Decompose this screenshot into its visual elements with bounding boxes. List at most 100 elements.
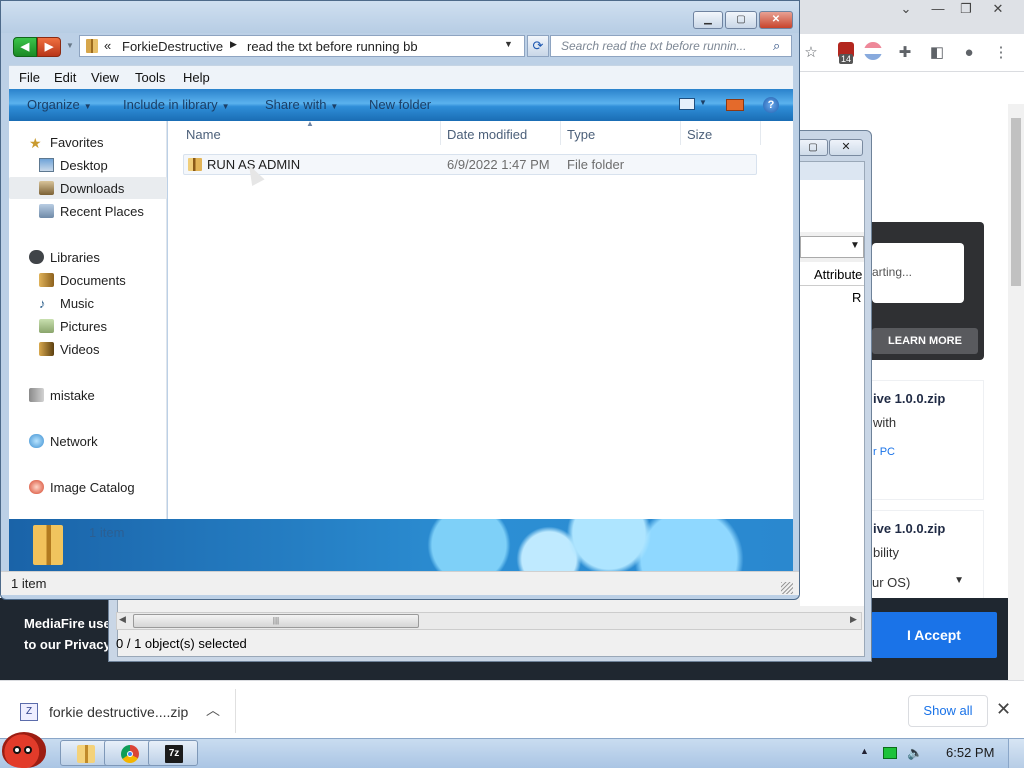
dialog-close-button[interactable]: ✕ bbox=[829, 139, 863, 156]
nav-item-mistake[interactable]: mistake bbox=[9, 384, 167, 406]
column-header-date-modified[interactable]: Date modified bbox=[447, 127, 527, 142]
nav-item-videos[interactable]: Videos bbox=[9, 338, 167, 360]
learn-more-button[interactable]: LEARN MORE bbox=[872, 328, 978, 354]
address-history-chevron-icon[interactable]: ▼ bbox=[504, 39, 513, 49]
chevron-up-icon[interactable]: ︿ bbox=[206, 700, 220, 720]
preview-pane-icon[interactable] bbox=[726, 99, 744, 111]
volume-icon[interactable]: 🔈 bbox=[907, 745, 923, 761]
forward-button[interactable]: ▶ bbox=[37, 37, 61, 57]
taskbar-chrome-button[interactable] bbox=[104, 740, 154, 766]
include-in-library-button[interactable]: Include in library ▼ bbox=[123, 97, 230, 112]
refresh-button[interactable]: ⟳ bbox=[527, 35, 549, 57]
column-header-size[interactable]: Size bbox=[687, 127, 712, 142]
back-button[interactable]: ◀ bbox=[13, 37, 37, 57]
dialog-scrollbar-thumb[interactable]: ||| bbox=[133, 614, 419, 628]
folder-icon bbox=[77, 745, 95, 763]
taskbar-explorer-button[interactable] bbox=[60, 740, 110, 766]
browser-minimize-button[interactable]: — bbox=[924, 0, 952, 18]
show-hidden-icons-icon[interactable]: ▲ bbox=[860, 746, 869, 756]
column-divider[interactable] bbox=[440, 121, 441, 145]
breadcrumb-item[interactable]: ForkieDestructive bbox=[122, 39, 223, 54]
chevron-down-icon: ▼ bbox=[954, 575, 964, 586]
column-divider[interactable] bbox=[760, 121, 761, 145]
nav-item-image-catalog[interactable]: Image Catalog bbox=[9, 476, 167, 498]
column-divider[interactable] bbox=[560, 121, 561, 145]
nav-item-pictures[interactable]: Pictures bbox=[9, 315, 167, 337]
downloads-folder-icon bbox=[39, 181, 54, 195]
cookie-accept-button[interactable]: I Accept bbox=[871, 612, 997, 658]
file-card-link[interactable]: r PC bbox=[873, 446, 895, 458]
battery-icon[interactable] bbox=[883, 747, 897, 759]
change-view-icon[interactable] bbox=[679, 98, 695, 110]
start-orb-eye bbox=[24, 746, 32, 754]
organize-button[interactable]: Organize ▼ bbox=[27, 97, 92, 112]
scroll-right-icon[interactable]: ▶ bbox=[850, 614, 857, 625]
recent-pages-chevron-icon[interactable]: ▼ bbox=[66, 41, 74, 50]
nav-item-label: Favorites bbox=[50, 135, 104, 150]
side-panel-icon[interactable]: ◧ bbox=[926, 42, 948, 64]
nav-item-documents[interactable]: Documents bbox=[9, 269, 167, 291]
chevron-down-icon[interactable]: ▼ bbox=[850, 240, 860, 251]
resize-grip-icon[interactable] bbox=[781, 582, 793, 594]
new-folder-button[interactable]: New folder bbox=[369, 97, 431, 112]
extensions-puzzle-icon[interactable]: ✚ bbox=[894, 42, 916, 64]
download-item[interactable]: Z forkie destructive....zip ︿ bbox=[8, 689, 236, 733]
column-divider[interactable] bbox=[680, 121, 681, 145]
help-icon[interactable]: ? bbox=[763, 97, 779, 113]
column-header-type[interactable]: Type bbox=[567, 127, 595, 142]
os-select[interactable]: ur OS) ▼ bbox=[872, 575, 976, 595]
menu-view[interactable]: View bbox=[91, 70, 119, 85]
column-header-name[interactable]: Name bbox=[186, 127, 221, 142]
browser-menu-icon[interactable]: ⋮ bbox=[990, 42, 1012, 64]
chevron-down-icon[interactable]: ▼ bbox=[699, 98, 707, 107]
share-with-button[interactable]: Share with ▼ bbox=[265, 97, 338, 112]
show-all-button[interactable]: Show all bbox=[908, 695, 988, 727]
cookie-text-line1: MediaFire use bbox=[24, 616, 111, 631]
status-text: 1 item bbox=[11, 576, 47, 591]
menu-tools[interactable]: Tools bbox=[135, 70, 165, 85]
explorer-title-bar[interactable]: ▁ ▢ ✕ bbox=[1, 1, 799, 33]
chevron-down-icon: ▼ bbox=[83, 102, 92, 111]
menu-file[interactable]: File bbox=[19, 70, 40, 85]
nav-item-libraries[interactable]: Libraries bbox=[9, 246, 167, 268]
minimize-button[interactable]: ▁ bbox=[693, 11, 723, 29]
bookmark-star-icon[interactable]: ☆ bbox=[800, 42, 822, 64]
address-bar[interactable]: « ForkieDestructive ▶ read the txt befor… bbox=[79, 35, 525, 57]
column-headers: ▲ Name Date modified Type Size bbox=[168, 119, 793, 147]
page-scrollbar[interactable] bbox=[1008, 104, 1024, 684]
image-catalog-icon bbox=[29, 480, 44, 494]
maximize-button[interactable]: ▢ bbox=[725, 11, 757, 29]
nav-item-label: Image Catalog bbox=[50, 480, 135, 495]
taskbar-clock[interactable]: 6:52 PM bbox=[946, 745, 994, 760]
menu-edit[interactable]: Edit bbox=[54, 70, 76, 85]
breadcrumb-chevron-icon[interactable]: ▶ bbox=[230, 39, 237, 50]
nav-item-favorites[interactable]: ★ Favorites bbox=[9, 131, 167, 153]
page-scrollbar-thumb[interactable] bbox=[1011, 118, 1021, 286]
nav-item-label: Downloads bbox=[60, 181, 125, 196]
search-input[interactable]: Search read the txt before runnin... ⌕ bbox=[550, 35, 792, 57]
dialog-maximize-button[interactable]: ▢ bbox=[798, 139, 828, 156]
music-icon: ♪ bbox=[39, 296, 46, 311]
search-icon[interactable]: ⌕ bbox=[773, 38, 780, 54]
tab-search-icon[interactable]: ⌄ bbox=[892, 0, 920, 18]
profile-avatar-icon[interactable]: ● bbox=[958, 42, 980, 64]
nav-item-desktop[interactable]: Desktop bbox=[9, 154, 167, 176]
table-row[interactable]: RUN AS ADMIN 6/9/2022 1:47 PM File folde… bbox=[183, 154, 757, 175]
close-button[interactable]: ✕ bbox=[759, 11, 793, 29]
menu-help[interactable]: Help bbox=[183, 70, 210, 85]
taskbar-7zip-button[interactable]: 7z bbox=[148, 740, 198, 766]
show-desktop-button[interactable] bbox=[1008, 739, 1024, 768]
breadcrumb-overflow[interactable]: « bbox=[104, 38, 111, 53]
libraries-icon bbox=[29, 250, 44, 264]
browser-close-button[interactable]: ✕ bbox=[984, 0, 1012, 18]
nav-item-network[interactable]: Network bbox=[9, 430, 167, 452]
breadcrumb-item[interactable]: read the txt before running bb bbox=[247, 39, 418, 54]
close-icon[interactable]: ✕ bbox=[996, 699, 1011, 720]
scroll-left-icon[interactable]: ◀ bbox=[119, 614, 126, 625]
nav-item-downloads[interactable]: Downloads bbox=[9, 177, 167, 199]
nav-item-recent-places[interactable]: Recent Places bbox=[9, 200, 167, 222]
browser-restore-button[interactable]: ❐ bbox=[952, 0, 980, 18]
file-type: File folder bbox=[567, 157, 625, 172]
nav-item-music[interactable]: ♪ Music bbox=[9, 292, 167, 314]
extension-flag-icon[interactable] bbox=[864, 42, 882, 60]
